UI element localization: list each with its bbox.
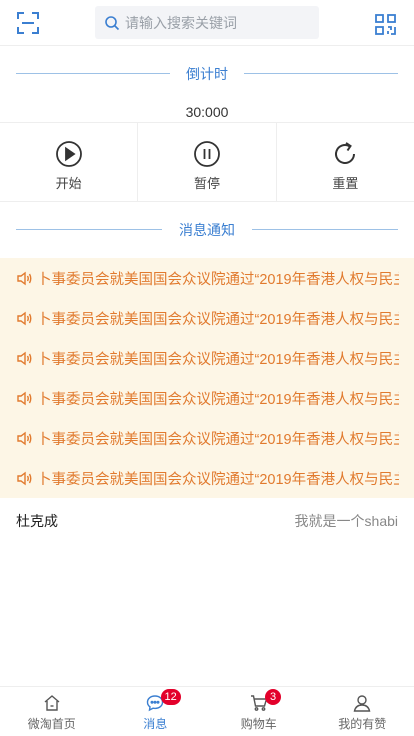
home-icon xyxy=(44,695,60,711)
start-label: 开始 xyxy=(55,176,82,191)
tab-cart[interactable]: 3 购物车 xyxy=(207,687,311,736)
refresh-icon xyxy=(335,142,356,164)
speaker-icon xyxy=(17,311,32,325)
search-icon xyxy=(105,15,120,30)
tab-home[interactable]: 微淘首页 xyxy=(0,687,104,736)
countdown-value: 30:000 xyxy=(185,104,229,120)
cart-badge: 3 xyxy=(265,689,281,705)
tab-messages-label: 消息 xyxy=(143,717,168,731)
speaker-icon xyxy=(17,351,32,365)
notice-item[interactable]: 卜事委员会就美国国会众议院通过“2019年香港人权与民主法 xyxy=(0,258,414,298)
speaker-icon xyxy=(17,391,32,405)
search-bar[interactable] xyxy=(95,6,319,39)
notice-text: 卜事委员会就美国国会众议院通过“2019年香港人权与民主法 xyxy=(37,271,399,288)
pause-icon xyxy=(194,141,220,167)
notice-item[interactable]: 卜事委员会就美国国会众议院通过“2019年香港人权与民主法 xyxy=(0,378,414,418)
reset-label: 重置 xyxy=(332,176,359,191)
timer-controls: 开始 暂停 重置 xyxy=(0,122,414,202)
countdown-section-title: 倒计时 xyxy=(16,63,398,85)
divider-line xyxy=(252,229,398,230)
notice-item[interactable]: 卜事委员会就美国国会众议院通过“2019年香港人权与民主法 xyxy=(0,458,414,498)
play-icon xyxy=(55,141,82,167)
speaker-icon xyxy=(17,271,32,285)
notice-list: 卜事委员会就美国国会众议院通过“2019年香港人权与民主法 卜事委员会就美国国会… xyxy=(0,258,414,498)
notice-section-title: 消息通知 xyxy=(16,219,398,241)
message-row[interactable]: 杜克成 我就是一个shabi xyxy=(0,498,414,544)
tab-profile[interactable]: 我的有赞 xyxy=(311,687,414,736)
pause-label: 暂停 xyxy=(193,176,220,191)
message-content: 我就是一个shabi xyxy=(294,513,398,529)
tab-messages[interactable]: 12 消息 xyxy=(104,687,208,736)
message-sender: 杜克成 xyxy=(16,513,58,529)
notice-text: 卜事委员会就美国国会众议院通过“2019年香港人权与民主法 xyxy=(37,471,399,488)
scan-icon[interactable] xyxy=(17,12,39,34)
message-badge: 12 xyxy=(160,689,181,705)
notice-text: 卜事委员会就美国国会众议院通过“2019年香港人权与民主法 xyxy=(37,311,399,328)
reset-button[interactable]: 重置 xyxy=(277,123,414,201)
notice-text: 卜事委员会就美国国会众议院通过“2019年香港人权与民主法 xyxy=(37,431,399,448)
pause-button[interactable]: 暂停 xyxy=(138,123,277,201)
notice-text: 卜事委员会就美国国会众议院通过“2019年香港人权与民主法 xyxy=(37,351,399,368)
user-icon xyxy=(353,695,371,712)
speaker-icon xyxy=(17,431,32,445)
tab-profile-label: 我的有赞 xyxy=(338,717,387,731)
search-input[interactable] xyxy=(125,14,315,31)
tab-cart-label: 购物车 xyxy=(240,717,277,731)
notice-item[interactable]: 卜事委员会就美国国会众议院通过“2019年香港人权与民主法 xyxy=(0,338,414,378)
notice-text: 卜事委员会就美国国会众议院通过“2019年香港人权与民主法 xyxy=(37,391,399,408)
bottom-tabbar: 微淘首页 12 消息 3 购物车 我的有赞 xyxy=(0,686,414,736)
notice-title: 消息通知 xyxy=(179,222,235,238)
speaker-icon xyxy=(17,471,32,485)
top-header xyxy=(0,0,414,46)
qrcode-icon[interactable] xyxy=(375,14,396,35)
start-button[interactable]: 开始 xyxy=(0,123,139,201)
divider-line xyxy=(244,73,398,74)
countdown-title: 倒计时 xyxy=(186,66,228,82)
notice-item[interactable]: 卜事委员会就美国国会众议院通过“2019年香港人权与民主法 xyxy=(0,298,414,338)
tab-home-label: 微淘首页 xyxy=(27,717,76,731)
notice-item[interactable]: 卜事委员会就美国国会众议院通过“2019年香港人权与民主法 xyxy=(0,418,414,458)
